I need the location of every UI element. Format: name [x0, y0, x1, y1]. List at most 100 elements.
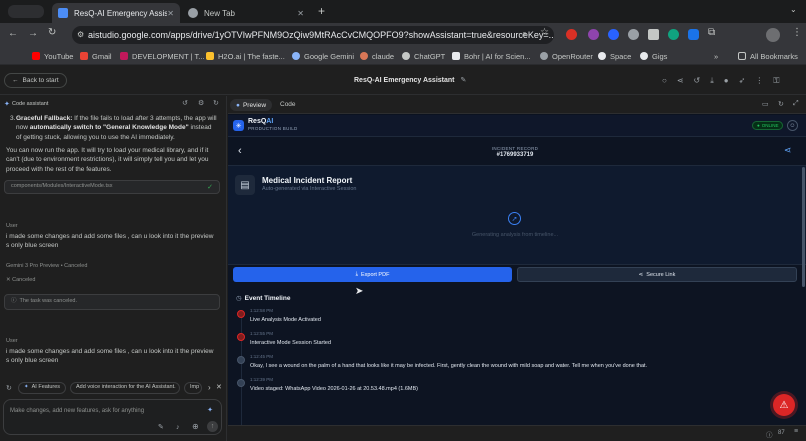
chips-next-chevron-icon[interactable]: › — [208, 383, 211, 392]
chips-close-icon[interactable]: ✕ — [216, 383, 222, 392]
event-time: 1:12:58 PM — [250, 308, 274, 313]
check-icon: ✓ — [207, 184, 213, 191]
h2o-icon — [206, 52, 214, 60]
sparkle-send-icon[interactable]: ✦ — [207, 406, 213, 415]
share-network-icon[interactable]: ⋖ — [784, 145, 792, 156]
share-icon[interactable]: ⋖ — [677, 76, 694, 85]
chat-panel: ✦ Code assistant ↺ ⚙ ↻ 3. Graceful Fallb… — [0, 96, 227, 441]
online-dot-icon: ● — [757, 123, 760, 128]
notion-icon — [120, 52, 128, 60]
browser-toolbar: ← → ↻ ⚙ aistudio.google.com/apps/drive/1… — [0, 23, 806, 47]
download-icon[interactable]: ⤓ — [710, 76, 724, 85]
microphone-icon[interactable]: ♪ — [176, 423, 180, 432]
chat-history-icon[interactable]: ↺ — [182, 99, 188, 108]
export-pdf-button[interactable]: ⤓ Export PDF — [233, 267, 512, 282]
changed-file-pill[interactable]: components/Modules/InteractiveMode.tsx ✓ — [4, 180, 220, 194]
chat-settings-icon[interactable]: ⚙ — [198, 99, 204, 108]
more-icon[interactable]: ⋮ — [755, 76, 773, 85]
chat-reset-icon[interactable]: ↻ — [213, 99, 219, 108]
tab-menu-chevron-icon[interactable]: ⌄ — [790, 5, 797, 14]
add-attachment-icon[interactable]: ⊕ — [192, 422, 199, 431]
chip-improve[interactable]: Imp — [184, 382, 202, 394]
extension-icon-2[interactable] — [588, 29, 599, 40]
bookmark-gigs[interactable]: Gigs — [640, 50, 667, 62]
bookmark-bohr[interactable]: Bohr | AI for Scien... — [452, 50, 531, 62]
user-message: i made some changes and add some files ,… — [6, 233, 214, 250]
refresh-preview-icon[interactable]: ↻ — [778, 100, 784, 108]
bookmarks-overflow-icon[interactable]: » — [714, 50, 718, 62]
tab-code[interactable]: Code — [280, 101, 296, 108]
extension-icon-5[interactable] — [648, 29, 659, 40]
bookmark-youtube[interactable]: YouTube — [32, 50, 73, 62]
user-profile-icon[interactable]: ☺ — [787, 120, 798, 131]
chip-ai-features[interactable]: ✦ AI Features — [18, 382, 66, 394]
info-icon: ⓘ — [11, 298, 17, 305]
tab-search-button[interactable] — [8, 5, 44, 18]
secure-link-button[interactable]: ⋖ Secure Link — [517, 267, 797, 282]
preview-tabs: ● Preview Code ▭ ↻ ⤢ — [228, 96, 806, 114]
resq-logo-icon: ✳ — [233, 120, 244, 131]
disabled-save-icon: ○ — [662, 76, 677, 85]
bookmark-space[interactable]: Space — [598, 50, 631, 62]
resq-brand: ResQAI — [248, 118, 274, 125]
browser-tab-active[interactable]: ResQ-AI Emergency Assistant ✕ — [52, 3, 180, 23]
report-title: Medical Incident Report — [262, 176, 353, 185]
bookmark-claude[interactable]: claude — [360, 50, 394, 62]
event-dot-icon — [237, 310, 245, 318]
bookmark-gemini[interactable]: Google Gemini — [292, 50, 354, 62]
api-key-icon[interactable]: ⚿ — [773, 76, 789, 85]
extension-icon-6[interactable] — [668, 29, 679, 40]
task-canceled-notice: ⓘ The task was canceled. — [4, 294, 220, 310]
tab-preview[interactable]: ● Preview — [230, 99, 273, 111]
folder-icon — [738, 52, 746, 60]
browser-tab-newtab[interactable]: New Tab ✕ — [182, 3, 310, 23]
preview-panel: ● Preview Code ▭ ↻ ⤢ ✳ ResQAI PRODUCTION … — [228, 96, 806, 441]
extension-icon-4[interactable] — [628, 29, 639, 40]
chip-voice-interaction[interactable]: Add voice interaction for the AI Assista… — [70, 382, 180, 394]
refresh-suggestions-icon[interactable]: ↻ — [6, 384, 12, 393]
draw-icon[interactable]: ✎ — [158, 423, 164, 432]
edit-pencil-icon[interactable]: ✎ — [460, 77, 466, 84]
bookmark-development[interactable]: DEVELOPMENT | T... — [120, 50, 205, 62]
send-button[interactable]: ↑ — [207, 421, 218, 432]
user-label: User — [6, 338, 18, 344]
back-arrow-icon[interactable]: ← — [8, 28, 18, 39]
back-to-start-button[interactable]: ← Back to start — [4, 73, 67, 88]
extension-icon-3[interactable] — [608, 29, 619, 40]
event-dot-icon — [237, 379, 245, 387]
bookmark-gmail[interactable]: Gmail — [80, 50, 112, 62]
device-toggle-icon[interactable]: ▭ — [762, 100, 769, 108]
extension-icon-1[interactable] — [566, 29, 577, 40]
reload-icon[interactable]: ↻ — [48, 27, 56, 38]
github-icon[interactable]: ● — [724, 76, 739, 85]
bookmark-h2o[interactable]: H2O.ai | The faste... — [206, 50, 285, 62]
profile-avatar[interactable] — [766, 28, 780, 42]
chrome-menu-icon[interactable]: ⋮ — [792, 27, 802, 38]
all-bookmarks[interactable]: All Bookmarks — [738, 50, 798, 62]
gemini-icon — [292, 52, 300, 60]
chat-input[interactable]: Make changes, add new features, ask for … — [3, 399, 222, 435]
site-info-icon[interactable]: ⚙ — [77, 30, 84, 39]
close-tab-icon[interactable]: ✕ — [297, 9, 304, 18]
extensions-puzzle-icon[interactable]: ⧉ — [708, 27, 715, 38]
preview-scrollbar[interactable] — [802, 167, 805, 287]
address-bar[interactable]: ⚙ aistudio.google.com/apps/drive/1yOTVIw… — [72, 26, 554, 44]
back-chevron-icon[interactable]: ‹ — [238, 145, 242, 157]
bookmark-chatgpt[interactable]: ChatGPT — [402, 50, 445, 62]
share-link-icon: ⋖ — [638, 271, 644, 278]
extension-icon-7[interactable] — [688, 29, 699, 40]
status-menu-icon[interactable]: ≡ — [794, 428, 798, 435]
history-icon[interactable]: ↺ — [694, 76, 711, 85]
fullscreen-icon[interactable]: ⤢ — [793, 100, 799, 108]
bookmark-openrouter[interactable]: OpenRouter — [540, 50, 593, 62]
emergency-sos-button[interactable]: ⚠ — [773, 394, 795, 416]
bookmark-star-icon[interactable]: ☆ — [540, 27, 549, 38]
deploy-rocket-icon[interactable]: ➶ — [739, 76, 756, 85]
forward-arrow-icon[interactable]: → — [28, 28, 38, 39]
close-tab-icon[interactable]: ✕ — [167, 9, 174, 18]
claude-icon — [360, 52, 368, 60]
zoom-search-icon[interactable]: ⌕ — [522, 28, 527, 39]
new-tab-plus-icon[interactable]: + — [318, 4, 325, 18]
incident-record-label: INCIDENT RECORD — [491, 146, 539, 151]
clock-icon: ◷ — [236, 295, 242, 302]
